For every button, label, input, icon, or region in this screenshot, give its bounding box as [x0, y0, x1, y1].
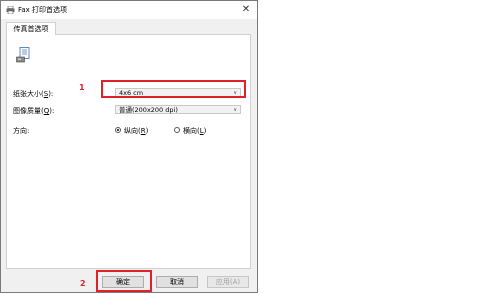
tab-panel: 纸张大小(S): 4x6 cm ∨ 图像质量(Q): 普通(200x200 dp…	[6, 34, 251, 269]
orientation-label: 方向:	[13, 127, 30, 135]
apply-button[interactable]: 应用(A)	[207, 276, 249, 288]
landscape-radio[interactable]	[174, 127, 180, 133]
image-quality-label: 图像质量(Q):	[13, 107, 55, 115]
paper-size-label: 纸张大小(S):	[13, 90, 54, 98]
print-preferences-window: Fax 打印首选项 ✕ 传真首选项 纸张大小(S): 4x6 cm ∨ 图像质量…	[0, 0, 258, 293]
close-button[interactable]: ✕	[239, 3, 253, 17]
printer-icon	[6, 6, 15, 14]
image-quality-value: 普通(200x200 dpi)	[119, 106, 178, 114]
tab-fax-preferences[interactable]: 传真首选项	[6, 22, 56, 35]
landscape-label[interactable]: 横向(L)	[183, 126, 206, 136]
highlight-box-ok	[96, 270, 152, 292]
chevron-down-icon: ∨	[233, 107, 237, 113]
portrait-label[interactable]: 纵向(R)	[124, 126, 148, 136]
title-bar: Fax 打印首选项 ✕	[1, 1, 257, 19]
portrait-radio[interactable]	[115, 127, 121, 133]
highlight-box-paper-size	[101, 80, 246, 98]
fax-document-icon	[16, 47, 30, 63]
cancel-button[interactable]: 取消	[156, 276, 198, 288]
step-marker-2: 2	[80, 279, 86, 288]
close-icon: ✕	[241, 4, 251, 15]
step-marker-1: 1	[79, 83, 85, 92]
window-title: Fax 打印首选项	[18, 6, 68, 14]
image-quality-select[interactable]: 普通(200x200 dpi) ∨	[115, 105, 241, 114]
